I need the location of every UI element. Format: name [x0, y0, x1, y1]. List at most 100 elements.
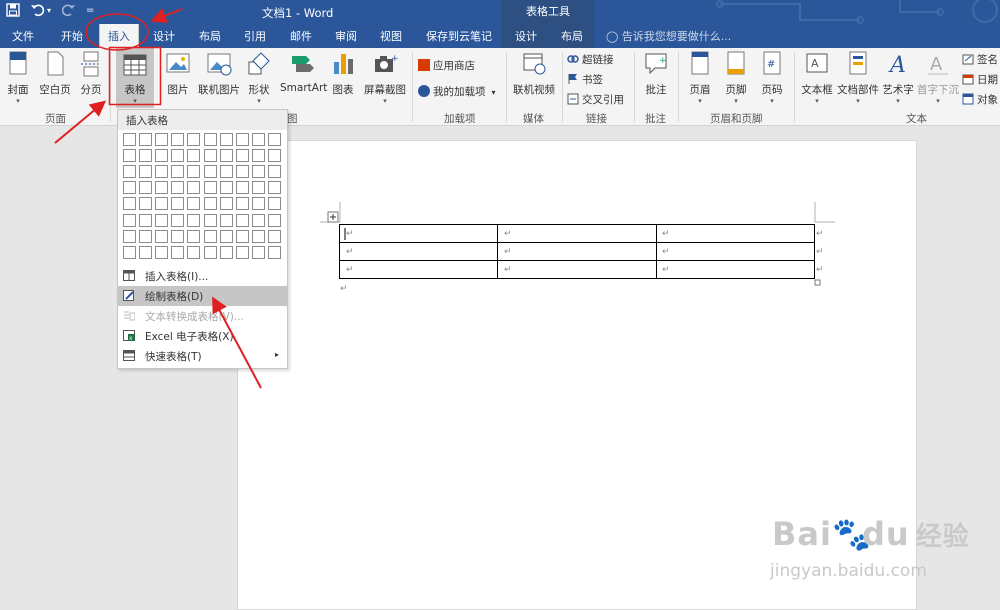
menu-item-draw-table[interactable]: 绘制表格(D): [118, 286, 287, 306]
cell-mark: ↵: [504, 229, 512, 239]
grid-cell[interactable]: [187, 229, 201, 243]
grid-cell[interactable]: [235, 245, 249, 259]
grid-cell[interactable]: [171, 149, 185, 163]
grid-cell[interactable]: [123, 213, 136, 227]
grid-cell[interactable]: [235, 133, 249, 146]
grid-cell[interactable]: [267, 229, 281, 243]
grid-cell[interactable]: [219, 165, 233, 179]
grid-cell[interactable]: [171, 229, 185, 243]
menu-item-quick-tables[interactable]: 快速表格(T) ▸: [118, 346, 287, 366]
watermark-logo: Bai🐾du 经验: [772, 515, 970, 553]
grid-cell[interactable]: [251, 245, 265, 259]
grid-cell[interactable]: [235, 149, 249, 163]
grid-cell[interactable]: [251, 133, 265, 146]
paragraph-mark: ↵: [340, 284, 348, 294]
grid-cell[interactable]: [251, 229, 265, 243]
grid-cell[interactable]: [139, 181, 153, 195]
grid-cell[interactable]: [123, 149, 136, 163]
cell-mark: ↵: [504, 247, 512, 257]
grid-cell[interactable]: [171, 245, 185, 259]
menu-item-convert-text-to-table: 文本转换成表格(V)...: [118, 306, 287, 326]
grid-cell[interactable]: [155, 149, 169, 163]
grid-cell[interactable]: [203, 133, 217, 146]
grid-cell[interactable]: [171, 165, 185, 179]
grid-cell[interactable]: [123, 165, 136, 179]
grid-cell[interactable]: [267, 133, 281, 146]
grid-cell[interactable]: [203, 197, 217, 211]
grid-cell[interactable]: [123, 229, 136, 243]
grid-cell[interactable]: [171, 197, 185, 211]
grid-cell[interactable]: [155, 133, 169, 146]
grid-cell[interactable]: [219, 133, 233, 146]
grid-cell[interactable]: [123, 245, 136, 259]
grid-cell[interactable]: [187, 133, 201, 146]
grid-cell[interactable]: [235, 213, 249, 227]
excel-icon: x: [123, 330, 135, 342]
grid-cell[interactable]: [187, 181, 201, 195]
grid-cell[interactable]: [155, 165, 169, 179]
cell-mark: ↵: [346, 247, 354, 257]
grid-cell[interactable]: [123, 181, 136, 195]
grid-cell[interactable]: [187, 197, 201, 211]
grid-cell[interactable]: [123, 133, 136, 146]
grid-cell[interactable]: [155, 229, 169, 243]
grid-cell[interactable]: [139, 197, 153, 211]
grid-cell[interactable]: [251, 165, 265, 179]
insert-table-dropdown: 插入表格 插入表格(I)... 绘制表格(D) 文本转换成表格(V)... x …: [117, 109, 288, 369]
grid-cell[interactable]: [139, 133, 153, 146]
grid-cell[interactable]: [203, 213, 217, 227]
grid-cell[interactable]: [235, 197, 249, 211]
grid-cell[interactable]: [139, 245, 153, 259]
dropdown-header: 插入表格: [118, 110, 287, 130]
grid-cell[interactable]: [187, 149, 201, 163]
table-move-handle-icon[interactable]: [327, 211, 339, 223]
menu-item-excel-spreadsheet[interactable]: x Excel 电子表格(X): [118, 326, 287, 346]
table-resize-handle[interactable]: [814, 279, 821, 286]
grid-cell[interactable]: [267, 197, 281, 211]
grid-cell[interactable]: [155, 245, 169, 259]
grid-cell[interactable]: [155, 213, 169, 227]
grid-cell[interactable]: [235, 229, 249, 243]
grid-cell[interactable]: [171, 213, 185, 227]
grid-cell[interactable]: [187, 213, 201, 227]
grid-cell[interactable]: [123, 197, 136, 211]
grid-cell[interactable]: [203, 181, 217, 195]
grid-cell[interactable]: [251, 213, 265, 227]
grid-cell[interactable]: [139, 165, 153, 179]
grid-cell[interactable]: [219, 229, 233, 243]
grid-cell[interactable]: [251, 149, 265, 163]
grid-cell[interactable]: [187, 165, 201, 179]
grid-cell[interactable]: [267, 245, 281, 259]
grid-cell[interactable]: [219, 181, 233, 195]
grid-cell[interactable]: [267, 149, 281, 163]
grid-cell[interactable]: [139, 149, 153, 163]
grid-cell[interactable]: [171, 181, 185, 195]
svg-text:x: x: [129, 335, 133, 341]
menu-item-insert-table[interactable]: 插入表格(I)...: [118, 266, 287, 286]
grid-cell[interactable]: [267, 181, 281, 195]
grid-cell[interactable]: [203, 245, 217, 259]
grid-cell[interactable]: [203, 149, 217, 163]
grid-cell[interactable]: [267, 165, 281, 179]
grid-cell[interactable]: [251, 181, 265, 195]
grid-cell[interactable]: [219, 149, 233, 163]
grid-cell[interactable]: [139, 213, 153, 227]
grid-cell[interactable]: [203, 229, 217, 243]
cell-mark: ↵: [504, 265, 512, 275]
grid-cell[interactable]: [251, 197, 265, 211]
grid-cell[interactable]: [219, 213, 233, 227]
grid-cell[interactable]: [155, 197, 169, 211]
grid-cell[interactable]: [203, 165, 217, 179]
watermark-url: jingyan.baidu.com: [770, 561, 927, 581]
grid-cell[interactable]: [187, 245, 201, 259]
grid-cell[interactable]: [139, 229, 153, 243]
document-table[interactable]: [339, 224, 815, 279]
grid-cell[interactable]: [235, 165, 249, 179]
grid-cell[interactable]: [219, 245, 233, 259]
grid-cell[interactable]: [235, 181, 249, 195]
grid-cell[interactable]: [171, 133, 185, 146]
paw-icon: 🐾: [831, 515, 873, 553]
grid-cell[interactable]: [219, 197, 233, 211]
grid-cell[interactable]: [267, 213, 281, 227]
grid-cell[interactable]: [155, 181, 169, 195]
